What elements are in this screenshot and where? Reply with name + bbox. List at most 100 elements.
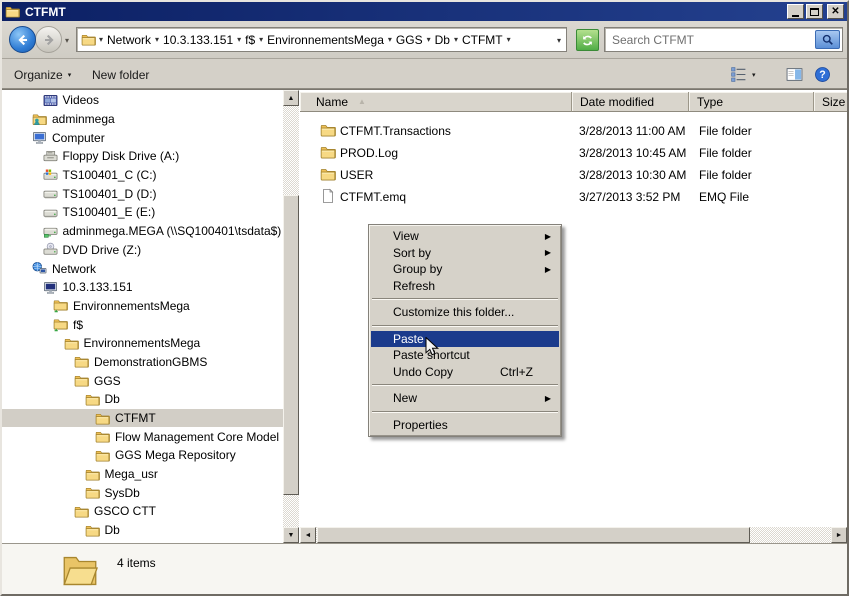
tree-item-icon: [64, 336, 79, 351]
tree-item[interactable]: GGS Mega Repository: [2, 446, 283, 465]
column-header[interactable]: Size: [814, 92, 847, 112]
tree-item[interactable]: TS100401_D (D:): [2, 184, 283, 203]
tree-item[interactable]: TS100401_E (E:): [2, 203, 283, 222]
context-menu-item[interactable]: Paste: [371, 331, 559, 348]
search-button[interactable]: [815, 30, 840, 49]
tree-item-icon: [43, 280, 58, 295]
file-row[interactable]: USER 3/28/2013 10:30 AM File folder: [300, 164, 847, 186]
breadcrumb-label: Network: [106, 33, 152, 47]
sort-ascending-icon: ▲: [358, 97, 366, 106]
breadcrumb-segment[interactable]: CTFMT ▾: [461, 33, 514, 47]
context-menu-item[interactable]: Group by ▶: [371, 261, 559, 278]
scrollbar-thumb[interactable]: [283, 195, 299, 495]
file-row[interactable]: PROD.Log 3/28/2013 10:45 AM File folder: [300, 142, 847, 164]
tree-item[interactable]: Videos: [2, 91, 283, 110]
scroll-up-button[interactable]: ▲: [283, 90, 299, 106]
chevron-down-icon[interactable]: ▾: [234, 35, 244, 44]
tree-item[interactable]: 10.3.133.151: [2, 278, 283, 297]
tree-item[interactable]: CTFMT: [2, 409, 283, 428]
preview-pane-button[interactable]: [786, 65, 803, 84]
tree-item-label: EnvironnementsMega: [84, 336, 201, 350]
tree-item[interactable]: Flow Management Core Model: [2, 427, 283, 446]
close-button[interactable]: ✕: [827, 4, 844, 19]
breadcrumb-segment[interactable]: EnvironnementsMega ▾: [266, 33, 395, 47]
organize-button[interactable]: Organize ▾: [14, 65, 71, 84]
context-menu-item[interactable]: Sort by ▶: [371, 245, 559, 262]
tree-item[interactable]: f$: [2, 315, 283, 334]
context-menu-item[interactable]: Undo Copy Ctrl+Z: [371, 364, 559, 381]
address-root-chevron-icon[interactable]: ▾: [96, 35, 106, 44]
tree-item[interactable]: Db: [2, 521, 283, 540]
refresh-button[interactable]: [576, 29, 599, 51]
context-menu-item[interactable]: New ▶: [371, 390, 559, 407]
back-arrow-icon: [15, 32, 31, 48]
column-header[interactable]: Name ▲: [300, 92, 572, 112]
address-dropdown-icon[interactable]: ▾: [557, 36, 561, 45]
tree-item[interactable]: DemonstrationGBMS: [2, 353, 283, 372]
context-menu-item[interactable]: Properties: [371, 417, 559, 434]
tree-item[interactable]: GGS: [2, 371, 283, 390]
column-header[interactable]: Date modified: [572, 92, 689, 112]
file-list-horizontal-scrollbar[interactable]: ◄ ►: [300, 527, 847, 543]
tree-scrollbar[interactable]: ▲ ▼: [283, 90, 299, 543]
context-menu-item[interactable]: Paste shortcut: [371, 347, 559, 364]
breadcrumb-segment[interactable]: Network ▾: [106, 33, 162, 47]
change-view-button[interactable]: ▾: [730, 65, 756, 84]
tree-item[interactable]: Computer: [2, 128, 283, 147]
tree-item[interactable]: EnvironnementsMega: [2, 297, 283, 316]
address-bar[interactable]: ▾ Network ▾ 10.3.133.151 ▾ f$ ▾: [76, 27, 567, 52]
history-dropdown-icon[interactable]: ▾: [65, 36, 69, 45]
tree-item[interactable]: SysDb: [2, 483, 283, 502]
tree-item[interactable]: Mega_usr: [2, 465, 283, 484]
chevron-down-icon[interactable]: ▾: [152, 35, 162, 44]
tree-item[interactable]: adminmega: [2, 110, 283, 129]
chevron-down-icon[interactable]: ▾: [451, 35, 461, 44]
search-input[interactable]: [607, 30, 807, 49]
back-button[interactable]: [9, 26, 36, 53]
context-menu: View ▶ Sort by ▶ Group by ▶ Refresh: [368, 224, 562, 437]
submenu-arrow-icon: ▶: [545, 265, 551, 274]
chevron-down-icon[interactable]: ▾: [256, 35, 266, 44]
context-menu-item: [372, 384, 558, 386]
tree-item[interactable]: EnvironnementsMega: [2, 334, 283, 353]
column-header[interactable]: Type: [689, 92, 814, 112]
new-folder-button[interactable]: New folder: [92, 65, 149, 84]
file-date-modified: 3/27/2013 3:52 PM: [579, 190, 680, 204]
tree-item[interactable]: Floppy Disk Drive (A:): [2, 147, 283, 166]
tree-item[interactable]: TS100401_C (C:): [2, 166, 283, 185]
tree-item[interactable]: DVD Drive (Z:): [2, 241, 283, 260]
tree-item-icon: [74, 354, 89, 369]
context-menu-item[interactable]: View ▶: [371, 228, 559, 245]
scrollbar-thumb[interactable]: [317, 527, 750, 543]
tree-item[interactable]: Network: [2, 259, 283, 278]
tree-item[interactable]: Db: [2, 390, 283, 409]
file-row[interactable]: CTFMT.Transactions 3/28/2013 11:00 AM Fi…: [300, 120, 847, 142]
context-menu-item[interactable]: Customize this folder...: [371, 304, 559, 321]
breadcrumb-segment[interactable]: f$ ▾: [244, 33, 266, 47]
help-button[interactable]: [814, 65, 831, 84]
file-name: CTFMT.emq: [340, 190, 406, 204]
forward-button[interactable]: [35, 26, 62, 53]
scroll-down-button[interactable]: ▼: [283, 527, 299, 543]
breadcrumb-segment[interactable]: GGS ▾: [395, 33, 434, 47]
breadcrumb-segment[interactable]: 10.3.133.151 ▾: [162, 33, 244, 47]
maximize-button[interactable]: [806, 4, 823, 19]
column-headers: Name ▲ Date modified Type Size: [300, 92, 847, 112]
scroll-right-button[interactable]: ►: [831, 527, 847, 543]
tree-item-icon: [43, 168, 58, 183]
scroll-left-button[interactable]: ◄: [300, 527, 316, 543]
chevron-down-icon[interactable]: ▾: [504, 35, 514, 44]
file-row[interactable]: CTFMT.emq 3/27/2013 3:52 PM EMQ File: [300, 186, 847, 208]
tree-item-icon: [85, 467, 100, 482]
tree-item[interactable]: adminmega.MEGA (\\SQ100401\tsdata$) (H:): [2, 222, 283, 241]
context-menu-item[interactable]: Refresh: [371, 278, 559, 295]
minimize-button[interactable]: [787, 4, 804, 19]
file-type: File folder: [699, 124, 752, 138]
context-menu-item: [372, 325, 558, 327]
chevron-down-icon[interactable]: ▾: [385, 35, 395, 44]
command-toolbar: Organize ▾ New folder ▾: [2, 59, 847, 89]
chevron-down-icon[interactable]: ▾: [424, 35, 434, 44]
tree-item[interactable]: GSCO CTT: [2, 502, 283, 521]
tree-item-icon: [74, 373, 89, 388]
breadcrumb-segment[interactable]: Db ▾: [434, 33, 461, 47]
